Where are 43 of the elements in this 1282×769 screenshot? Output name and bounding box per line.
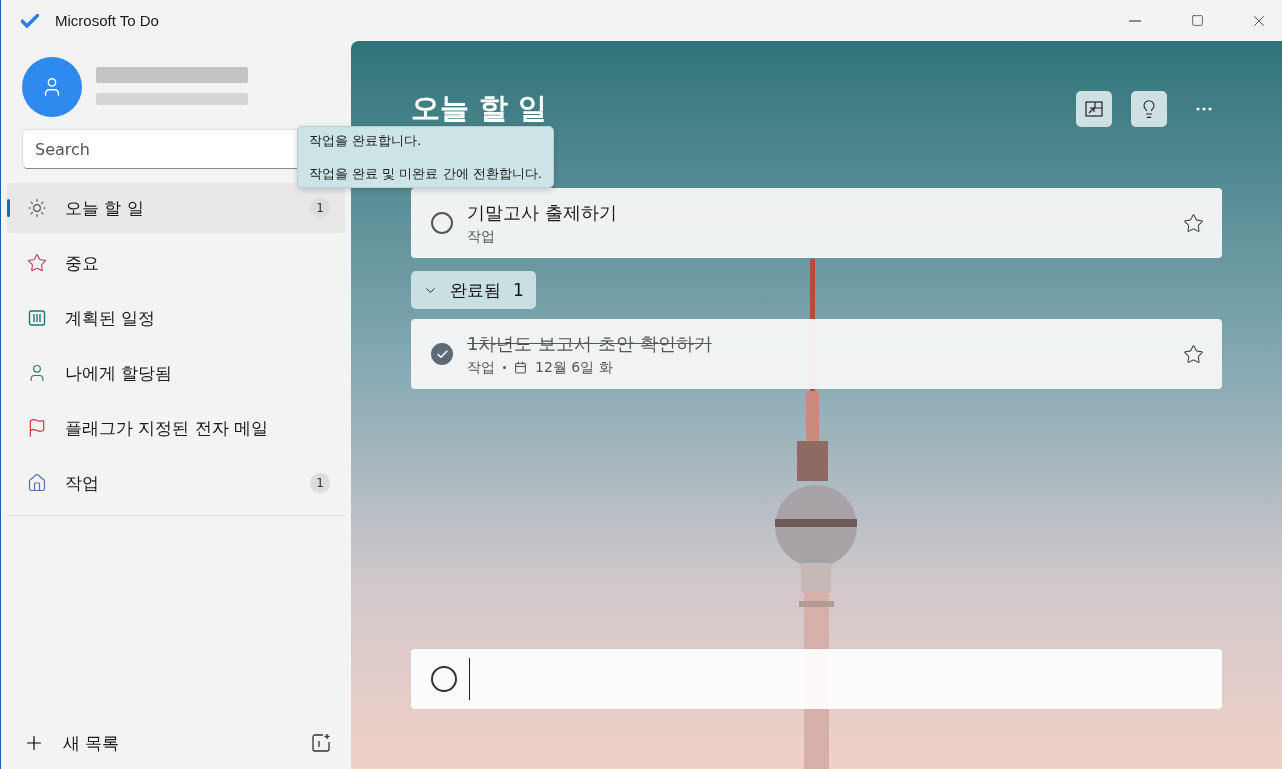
sun-icon	[27, 198, 47, 218]
app-logo-icon	[21, 13, 39, 28]
lightbulb-button[interactable]	[1131, 91, 1167, 127]
sidebar-item[interactable]: 작업 1	[7, 458, 345, 508]
count-badge: 1	[310, 473, 330, 493]
new-group-icon[interactable]	[311, 733, 331, 753]
new-list-link[interactable]: 새 목록	[63, 731, 293, 755]
picture-in-picture-icon	[1084, 99, 1104, 119]
calendar-icon	[514, 361, 527, 374]
sidebar-item[interactable]: 오늘 할 일 1	[7, 183, 345, 233]
task-title: 1차년도 보고서 초안 확인하기	[467, 331, 713, 356]
due-date: 12월 6일 화	[535, 358, 613, 377]
flag-icon	[27, 418, 47, 438]
sidebar-item[interactable]: 계획된 일정	[7, 293, 345, 343]
task-card[interactable]: 1차년도 보고서 초안 확인하기 작업 12월 6일 화	[411, 319, 1222, 389]
check-circle-icon[interactable]	[431, 212, 453, 234]
calendar-grid-icon	[27, 308, 47, 328]
task-list-name: 작업	[467, 358, 495, 377]
tooltip-text: 작업을 완료합니다.	[309, 132, 423, 149]
sidebar-item[interactable]: 중요	[7, 238, 345, 288]
circle-icon	[431, 666, 457, 692]
list-title: 오늘 할 일	[411, 90, 549, 127]
maximize-icon	[1190, 14, 1204, 27]
count-badge: 1	[310, 198, 330, 218]
star-icon[interactable]	[1183, 343, 1204, 365]
add-task-field[interactable]	[411, 649, 1222, 709]
star-icon[interactable]	[1183, 212, 1204, 234]
house-icon	[27, 473, 47, 493]
star-icon	[27, 253, 47, 273]
task-card[interactable]: 기말고사 출제하기 작업	[411, 188, 1222, 258]
checked-circle-icon[interactable]	[431, 343, 453, 365]
tooltip-text: 작업을 완료 및 미완료 간에 전환합니다.	[309, 165, 542, 182]
separator-dot	[503, 366, 506, 369]
task-list-name: 작업	[467, 227, 495, 246]
task-title: 기말고사 출제하기	[467, 200, 618, 225]
sidebar-item[interactable]: 플래그가 지정된 전자 메일	[7, 403, 345, 453]
picture-in-picture-button[interactable]	[1076, 91, 1112, 127]
sidebar-item[interactable]: 나에게 할당됨	[7, 348, 345, 398]
more-icon	[1196, 107, 1212, 111]
avatar[interactable]	[22, 57, 82, 117]
window-title: Microsoft To Do	[55, 12, 160, 29]
minimize-icon	[1129, 19, 1141, 22]
completed-toggle[interactable]: 완료됨 1	[411, 271, 536, 309]
